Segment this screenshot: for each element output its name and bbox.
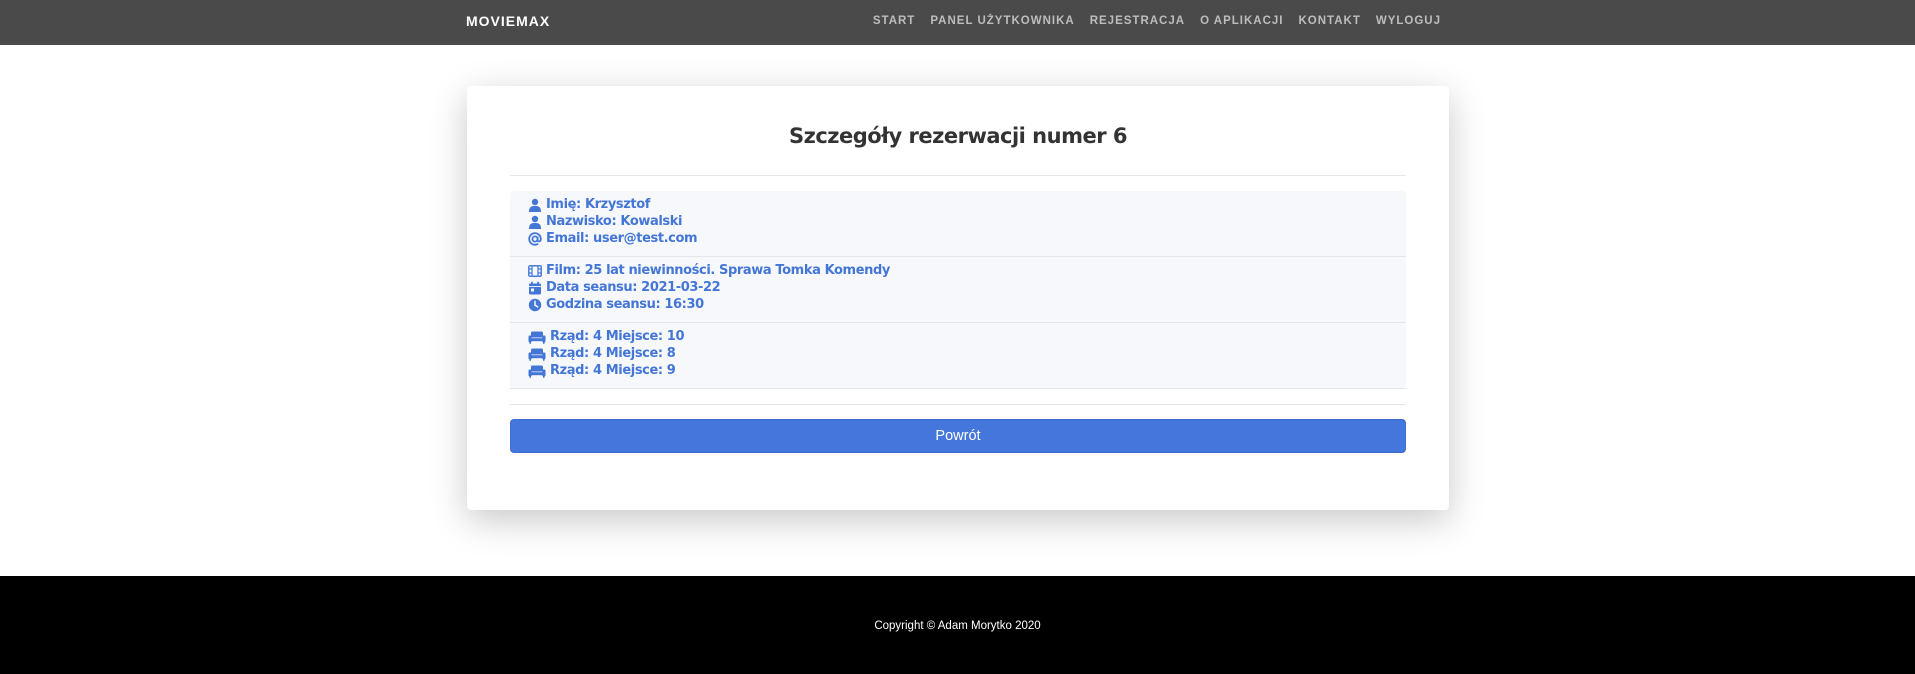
list-item: Nazwisko: Kowalski — [528, 213, 1388, 230]
list-item: Imię: Krzysztof — [528, 196, 1388, 213]
page-title: Szczegóły rezerwacji numer 6 — [789, 124, 1127, 148]
list-item: Rząd: 4 Miejsce: 10 — [528, 328, 1388, 345]
screening-time-text: Godzina seansu: 16:30 — [546, 297, 704, 312]
divider — [510, 404, 1406, 405]
film-text: Film: 25 lat niewinności. Sprawa Tomka K… — [546, 263, 890, 278]
copyright-text: Copyright © Adam Morytko 2020 — [874, 620, 1041, 632]
list-item: Rząd: 4 Miejsce: 9 — [528, 362, 1388, 379]
seat-text: Rząd: 4 Miejsce: 10 — [550, 329, 685, 344]
list-item: Film: 25 lat niewinności. Sprawa Tomka K… — [528, 262, 1388, 279]
reservation-details-list: Imię: Krzysztof Nazwisko: Kowalski Email… — [510, 191, 1406, 389]
nav-menu: START PANEL UŻYTKOWNIKA REJESTRACJA O AP… — [873, 15, 1441, 27]
nav-link-register[interactable]: REJESTRACJA — [1090, 15, 1185, 27]
user-icon — [529, 198, 541, 212]
list-item: Godzina seansu: 16:30 — [528, 296, 1388, 313]
brand-logo[interactable]: MOVIEMAX — [466, 13, 550, 29]
at-icon — [528, 231, 542, 246]
back-button[interactable]: Powrót — [510, 419, 1406, 453]
seats-group: Rząd: 4 Miejsce: 10 Rząd: 4 Miejsce: 8 R… — [510, 323, 1406, 389]
first-name-text: Imię: Krzysztof — [546, 197, 651, 212]
screening-date-text: Data seansu: 2021-03-22 — [546, 280, 721, 295]
seat-text: Rząd: 4 Miejsce: 8 — [550, 346, 676, 361]
email-text: Email: user@test.com — [546, 231, 698, 246]
list-item: Data seansu: 2021-03-22 — [528, 279, 1388, 296]
film-icon — [528, 264, 542, 277]
navbar: MOVIEMAX START PANEL UŻYTKOWNIKA REJESTR… — [0, 0, 1915, 45]
list-item: Rząd: 4 Miejsce: 8 — [528, 345, 1388, 362]
seat-text: Rząd: 4 Miejsce: 9 — [550, 363, 676, 378]
seat-icon — [528, 348, 546, 361]
seat-icon — [528, 331, 546, 344]
nav-link-user-panel[interactable]: PANEL UŻYTKOWNIKA — [930, 15, 1074, 27]
user-icon — [529, 215, 541, 229]
personal-data-group: Imię: Krzysztof Nazwisko: Kowalski Email… — [510, 191, 1406, 257]
reservation-details-card: Szczegóły rezerwacji numer 6 Imię: Krzys… — [467, 86, 1449, 510]
screening-group: Film: 25 lat niewinności. Sprawa Tomka K… — [510, 257, 1406, 323]
last-name-text: Nazwisko: Kowalski — [546, 214, 683, 229]
nav-link-contact[interactable]: KONTAKT — [1298, 15, 1360, 27]
seat-icon — [528, 365, 546, 378]
footer: Copyright © Adam Morytko 2020 — [0, 576, 1915, 674]
clock-icon — [528, 298, 542, 311]
nav-link-about[interactable]: O APLIKACJI — [1200, 15, 1283, 27]
nav-link-logout[interactable]: WYLOGUJ — [1376, 15, 1441, 27]
divider — [510, 175, 1406, 176]
calendar-icon — [529, 281, 541, 294]
nav-link-start[interactable]: START — [873, 15, 915, 27]
list-item: Email: user@test.com — [528, 230, 1388, 247]
